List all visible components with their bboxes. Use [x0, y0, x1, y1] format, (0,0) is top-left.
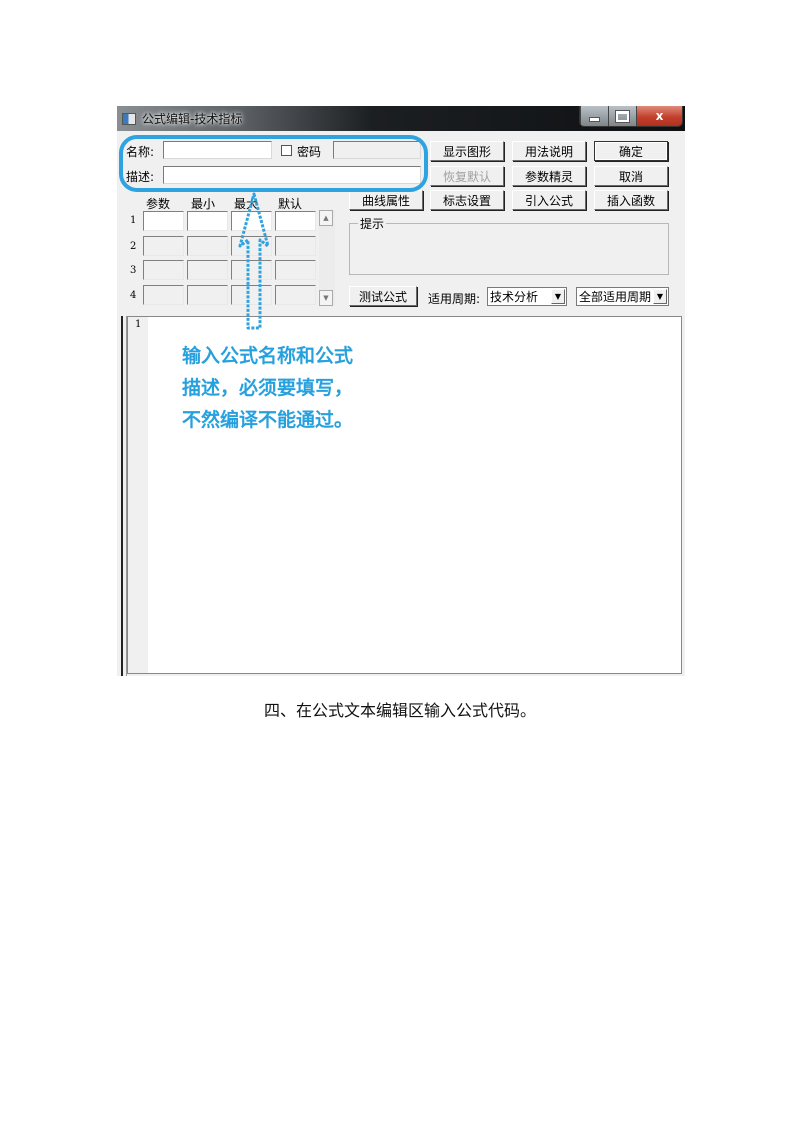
annotation-arrow-icon: [238, 192, 270, 330]
close-icon: x: [655, 109, 664, 123]
hint-groupbox: 提示: [349, 215, 669, 275]
param-header-name: 参数: [146, 197, 171, 211]
title-bar[interactable]: 公式编辑-技术指标 x: [117, 106, 685, 131]
usage-button[interactable]: 用法说明: [512, 141, 586, 161]
annotation-line: 描述，必须要填写，: [182, 377, 354, 399]
annotation-line: 输入公式名称和公式: [182, 345, 354, 367]
param-row-number: 1: [130, 215, 137, 226]
param-2-min[interactable]: [187, 236, 228, 256]
restore-default-button[interactable]: 恢复默认: [430, 166, 504, 186]
period-scope-value: 全部适用周期: [579, 290, 652, 304]
line-number-gutter: 1: [128, 317, 148, 673]
param-3-name[interactable]: [143, 260, 184, 280]
param-wizard-button[interactable]: 参数精灵: [512, 166, 586, 186]
param-2-name[interactable]: [143, 236, 184, 256]
caption-buttons: x: [579, 106, 683, 127]
app-icon: [122, 113, 136, 125]
param-4-name[interactable]: [143, 285, 184, 305]
show-graph-button[interactable]: 显示图形: [430, 141, 504, 161]
param-4-min[interactable]: [187, 285, 228, 305]
scroll-down-arrow-icon[interactable]: ▼: [319, 290, 333, 306]
import-formula-button[interactable]: 引入公式: [512, 190, 586, 210]
param-scrollbar[interactable]: ▲ ▼: [319, 210, 335, 306]
analysis-type-select[interactable]: 技术分析 ▼: [487, 287, 567, 306]
param-1-default[interactable]: [275, 211, 316, 231]
param-row-number: 3: [130, 265, 137, 276]
param-header-default: 默认: [278, 197, 303, 211]
document-caption: 四、在公式文本编辑区输入公式代码。: [263, 701, 536, 720]
marker-settings-button[interactable]: 标志设置: [430, 190, 504, 210]
param-2-default[interactable]: [275, 236, 316, 256]
minimize-button[interactable]: [580, 106, 608, 126]
dropdown-arrow-icon[interactable]: ▼: [551, 289, 565, 304]
maximize-icon: [616, 110, 629, 122]
close-button[interactable]: x: [636, 106, 682, 126]
annotation-text: 输入公式名称和公式 描述，必须要填写， 不然编译不能通过。: [178, 340, 358, 436]
line-number: 1: [135, 319, 142, 330]
test-formula-button[interactable]: 测试公式: [349, 286, 417, 306]
highlight-ellipse: [119, 135, 428, 192]
param-4-default[interactable]: [275, 285, 316, 305]
maximize-button[interactable]: [608, 106, 636, 126]
param-header-min: 最小: [191, 197, 216, 211]
hint-label: 提示: [358, 215, 387, 232]
ok-button[interactable]: 确定: [594, 141, 668, 161]
curve-properties-button[interactable]: 曲线属性: [349, 190, 423, 210]
cancel-button[interactable]: 取消: [594, 166, 668, 186]
annotation-line: 不然编译不能通过。: [182, 409, 354, 431]
window-title: 公式编辑-技术指标: [142, 112, 243, 126]
scroll-up-arrow-icon[interactable]: ▲: [319, 210, 333, 226]
param-3-default[interactable]: [275, 260, 316, 280]
dropdown-arrow-icon[interactable]: ▼: [653, 289, 667, 304]
param-1-name[interactable]: [143, 211, 184, 231]
param-row-number: 4: [130, 290, 137, 301]
minimize-icon: [589, 116, 600, 122]
param-3-min[interactable]: [187, 260, 228, 280]
insert-function-button[interactable]: 插入函数: [594, 190, 668, 210]
period-scope-select[interactable]: 全部适用周期 ▼: [576, 287, 669, 306]
param-row-number: 2: [130, 241, 137, 252]
period-label: 适用周期:: [428, 292, 481, 306]
analysis-type-value: 技术分析: [490, 290, 539, 304]
param-1-min[interactable]: [187, 211, 228, 231]
